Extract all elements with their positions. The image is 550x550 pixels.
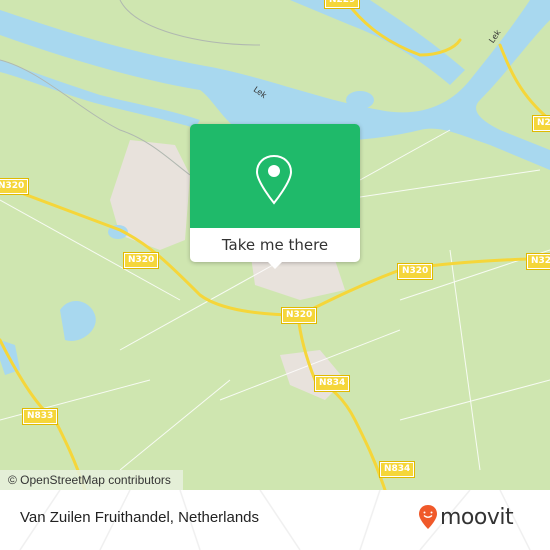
- road-label: N32: [527, 254, 550, 269]
- minor-road: [119, 379, 231, 471]
- road-label: N320: [282, 308, 317, 323]
- footer-bar: Van Zuilen Fruithandel, Netherlands moov…: [0, 490, 550, 550]
- minor-road: [399, 379, 550, 421]
- road-label: N320: [0, 179, 29, 194]
- minor-road: [119, 0, 261, 46]
- minor-road: [449, 249, 481, 471]
- lake: [60, 300, 96, 341]
- road-label: N834: [315, 376, 350, 391]
- road-label: N2: [533, 116, 550, 131]
- moovit-pin-icon: [419, 505, 437, 529]
- road-label: N320: [398, 264, 433, 279]
- map-attribution[interactable]: © OpenStreetMap contributors: [0, 470, 183, 490]
- moovit-logo[interactable]: moovit: [418, 504, 514, 530]
- river-lek-upper: [290, 0, 465, 85]
- road-label: N320: [124, 253, 159, 268]
- road-label: N834: [380, 462, 415, 477]
- road-label: N229: [325, 0, 360, 8]
- place-name: Van Zuilen Fruithandel, Netherlands: [20, 509, 260, 526]
- popup-pointer: [268, 262, 282, 269]
- take-me-there-button[interactable]: Take me there: [190, 228, 360, 262]
- popup-header: [190, 124, 360, 228]
- road-label: N833: [23, 409, 58, 424]
- map-pin-icon: [255, 154, 293, 205]
- attribution-text: © OpenStreetMap contributors: [8, 473, 171, 487]
- lake: [346, 91, 374, 109]
- location-popup: Take me there: [190, 124, 360, 269]
- map-view[interactable]: Lek Lek N320 N320 N320 N320 N32 N833 N83…: [0, 0, 550, 490]
- moovit-logo-text: moovit: [440, 504, 514, 530]
